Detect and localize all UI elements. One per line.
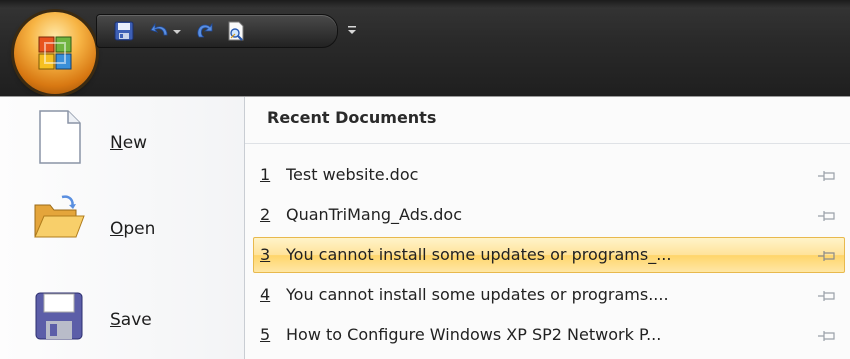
item-name: QuanTriMang_Ads.doc [286, 205, 463, 224]
item-name: You cannot install some updates or progr… [286, 245, 672, 264]
pin-icon[interactable] [816, 167, 838, 185]
office-button[interactable] [14, 12, 96, 94]
print-preview-icon[interactable] [225, 20, 247, 42]
redo-icon[interactable] [193, 20, 215, 42]
recent-document-item[interactable]: 5 How to Configure Windows XP SP2 Networ… [253, 317, 845, 353]
recent-documents-title: Recent Documents [267, 108, 437, 127]
recent-document-item[interactable]: 1 Test website.doc [253, 157, 845, 193]
item-name: Test website.doc [286, 165, 419, 184]
save-command[interactable]: Save [0, 279, 244, 359]
pin-icon[interactable] [816, 327, 838, 345]
save-icon[interactable] [113, 20, 135, 42]
item-number: 4 [260, 285, 271, 304]
new-label: New [110, 133, 148, 153]
undo-icon[interactable] [149, 20, 171, 42]
item-name: You cannot install some updates or progr… [286, 285, 669, 304]
item-number: 5 [260, 325, 271, 344]
open-command[interactable]: Open [0, 187, 244, 267]
quick-access-toolbar [96, 14, 338, 48]
save-label: Save [110, 310, 152, 330]
pin-icon[interactable] [816, 247, 838, 265]
open-label: Open [110, 219, 156, 239]
title-bar [0, 0, 850, 96]
item-name: How to Configure Windows XP SP2 Network … [286, 325, 662, 344]
recent-document-item[interactable]: 2 QuanTriMang_Ads.doc [253, 197, 845, 233]
item-number: 1 [260, 165, 271, 184]
undo-dropdown-icon[interactable] [171, 20, 183, 42]
customize-qat-icon[interactable] [346, 22, 358, 38]
recent-document-item[interactable]: 4 You cannot install some updates or pro… [253, 277, 845, 313]
office-menu: New Open Save Recent Documents 1 Test we… [0, 96, 850, 359]
save-floppy-icon [35, 292, 83, 340]
open-folder-icon [34, 195, 85, 238]
command-list: New Open Save [0, 97, 245, 359]
new-command[interactable]: New [0, 97, 244, 177]
item-number: 2 [260, 205, 271, 224]
recent-document-item[interactable]: 3 You cannot install some updates or pro… [253, 237, 845, 273]
recent-documents-panel: Recent Documents 1 Test website.doc 2 Qu… [245, 97, 850, 359]
item-number: 3 [260, 245, 271, 264]
office-logo-icon [38, 36, 72, 70]
pin-icon[interactable] [816, 287, 838, 305]
recent-documents-header: Recent Documents [245, 97, 850, 144]
pin-icon[interactable] [816, 207, 838, 225]
new-document-icon [39, 110, 81, 164]
